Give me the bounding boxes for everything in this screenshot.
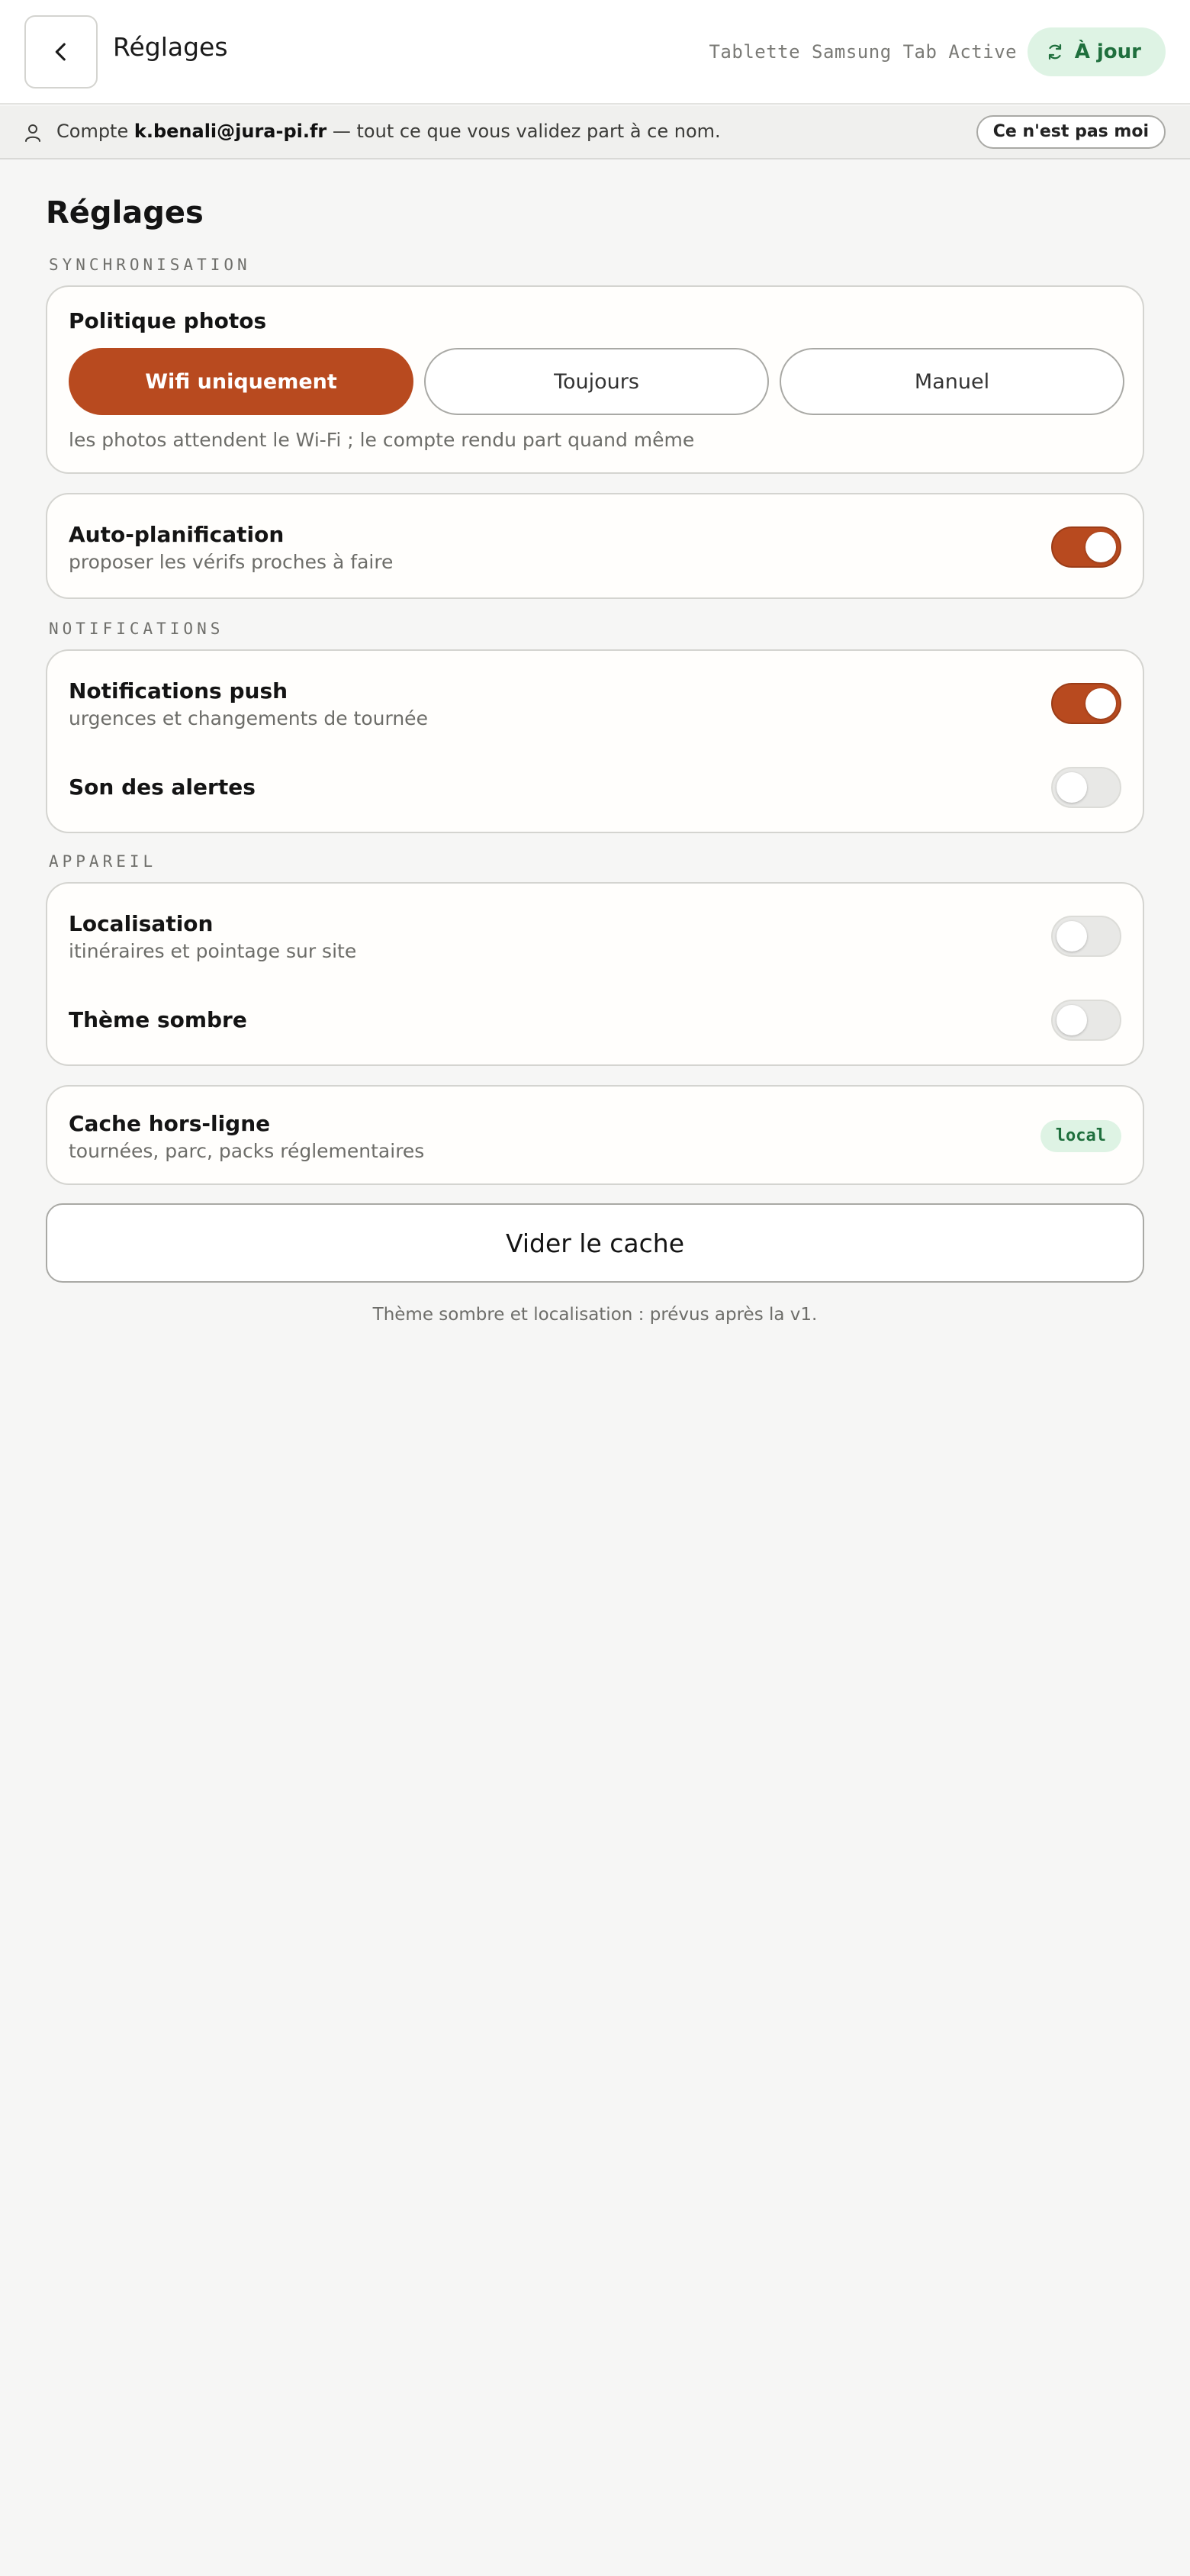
chevron-left-icon [55, 43, 66, 61]
toggle-knob [1085, 688, 1116, 719]
sync-status-badge[interactable]: À jour [1027, 27, 1166, 76]
account-email: k.benali@jura-pi.fr [133, 121, 327, 142]
top-bar: Réglages Tablette Samsung Tab Active 4 À… [0, 0, 1190, 105]
location-subtitle: itinéraires et pointage sur site [69, 940, 357, 962]
alert-sound-title: Son des alertes [69, 774, 256, 800]
location-toggle[interactable] [1051, 916, 1121, 957]
settings-heading: Réglages [46, 195, 204, 230]
refresh-icon [1048, 43, 1061, 60]
account-bar: Compte k.benali@jura-pi.fr — tout ce que… [0, 106, 1190, 159]
toggle-knob [1085, 532, 1116, 562]
offline-cache-subtitle: tournées, parc, packs réglementaires [69, 1140, 425, 1162]
push-notifications-subtitle: urgences et changements de tournée [69, 707, 428, 729]
section-label-sync: SYNCHRONISATION [49, 256, 251, 274]
photo-policy-hint: les photos attendent le Wi-Fi ; le compt… [69, 429, 695, 451]
alert-sound-toggle[interactable] [1051, 767, 1121, 808]
toggle-knob [1057, 1005, 1087, 1035]
push-notifications-toggle[interactable] [1051, 683, 1121, 724]
photo-policy-manual-button[interactable]: Manuel [780, 348, 1124, 415]
device-card: Localisation itinéraires et pointage sur… [46, 882, 1144, 1066]
device-name: Tablette Samsung Tab Active 4 [709, 41, 1040, 63]
dark-theme-title: Thème sombre [69, 1007, 247, 1032]
account-prefix: Compte [56, 121, 129, 142]
dark-theme-toggle[interactable] [1051, 1000, 1121, 1041]
back-button[interactable] [24, 15, 98, 89]
toggle-knob [1057, 772, 1087, 803]
photo-policy-title: Politique photos [69, 308, 267, 333]
offline-cache-card: Cache hors-ligne tournées, parc, packs r… [46, 1085, 1144, 1185]
cache-local-badge: local [1040, 1120, 1121, 1152]
footnote: Thème sombre et localisation : prévus ap… [372, 1305, 818, 1325]
photo-policy-always-button[interactable]: Toujours [424, 348, 769, 415]
account-notice: Compte k.benali@jura-pi.fr — tout ce que… [56, 121, 721, 142]
location-title: Localisation [69, 911, 214, 936]
section-label-notifications: NOTIFICATIONS [49, 620, 224, 638]
not-me-button[interactable]: Ce n'est pas moi [976, 115, 1166, 149]
toggle-knob [1057, 921, 1087, 952]
auto-planning-title: Auto-planification [69, 522, 285, 547]
auto-planning-subtitle: proposer les vérifs proches à faire [69, 551, 394, 573]
section-label-device: APPAREIL [49, 852, 157, 871]
auto-planning-toggle[interactable] [1051, 526, 1121, 568]
sync-status-label: À jour [1074, 40, 1141, 63]
photo-policy-wifi-button[interactable]: Wifi uniquement [69, 348, 413, 415]
notifications-card: Notifications push urgences et changemen… [46, 649, 1144, 833]
user-icon [25, 124, 40, 142]
page-title: Réglages [113, 32, 228, 62]
offline-cache-title: Cache hors-ligne [69, 1111, 271, 1136]
photo-policy-card: Politique photos Wifi uniquement Toujour… [46, 285, 1144, 474]
auto-planning-card: Auto-planification proposer les vérifs p… [46, 493, 1144, 599]
clear-cache-button[interactable]: Vider le cache [46, 1203, 1144, 1283]
push-notifications-title: Notifications push [69, 678, 288, 704]
account-suffix: — tout ce que vous validez part à ce nom… [332, 121, 721, 142]
